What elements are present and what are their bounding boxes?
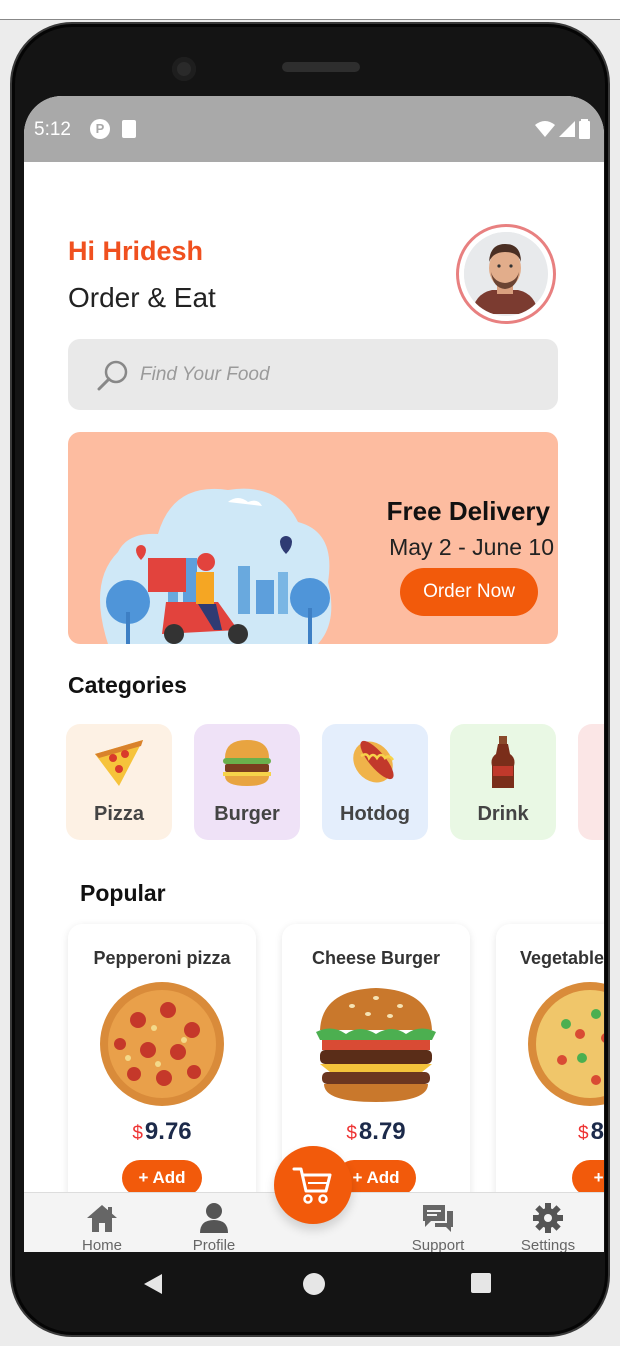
- camera-lens: [172, 57, 196, 81]
- card-price: $8.79: [282, 1118, 470, 1146]
- system-navigation-bar: [24, 1252, 604, 1318]
- home-icon: [87, 1205, 117, 1232]
- support-icon: [423, 1205, 453, 1232]
- burger-image: [316, 988, 436, 1102]
- category-pizza[interactable]: Pizza: [66, 724, 172, 840]
- promo-banner: Free Delivery May 2 - June 10 Order Now: [68, 432, 558, 644]
- delivery-scooter-illustration: [100, 488, 332, 644]
- card-name: Pepperoni pizza: [93, 948, 231, 968]
- drink-icon: [491, 736, 515, 788]
- phone-frame: 5:12 P Hi Hridesh Order & Eat Find Your …: [10, 22, 610, 1337]
- price-value: 8.5: [590, 1118, 604, 1145]
- currency-symbol: $: [132, 1123, 143, 1144]
- back-icon[interactable]: [142, 1272, 164, 1296]
- avatar-photo: [464, 232, 546, 314]
- nav-label: Support: [411, 1237, 465, 1252]
- status-indicators: [535, 119, 590, 139]
- nav-label: Profile: [192, 1237, 236, 1252]
- burger-icon: [223, 740, 271, 786]
- notification-icon: P: [90, 119, 110, 139]
- banner-dates: May 2 - June 10: [389, 534, 554, 560]
- popular-card-pepperoni-pizza[interactable]: Pepperoni pizza $9.76 + Add: [68, 924, 256, 1214]
- category-more[interactable]: [578, 724, 604, 840]
- avatar[interactable]: [456, 224, 556, 324]
- battery-icon: [579, 119, 590, 139]
- category-hotdog[interactable]: Hotdog: [322, 724, 428, 840]
- home-button-icon[interactable]: [302, 1272, 326, 1296]
- status-bar: 5:12 P: [24, 96, 604, 162]
- pizza-icon: [95, 740, 143, 786]
- profile-icon: [200, 1203, 228, 1233]
- category-label: Burger: [214, 803, 280, 825]
- category-drink[interactable]: Drink: [450, 724, 556, 840]
- category-label: Pizza: [93, 803, 145, 825]
- cart-button[interactable]: [274, 1146, 352, 1224]
- price-value: 9.76: [144, 1118, 192, 1145]
- wifi-icon: [535, 121, 555, 137]
- status-time: 5:12: [34, 119, 71, 140]
- currency-symbol: $: [346, 1123, 357, 1144]
- price-value: 8.79: [358, 1118, 406, 1145]
- category-burger[interactable]: Burger: [194, 724, 300, 840]
- settings-icon: [533, 1203, 563, 1233]
- nav-item-settings[interactable]: Settings: [508, 1203, 588, 1252]
- banner-title: Free Delivery: [386, 496, 550, 526]
- app-screen: 5:12 P Hi Hridesh Order & Eat Find Your …: [24, 96, 604, 1252]
- categories-title: Categories: [68, 672, 187, 698]
- greeting-text: Hi Hridesh: [68, 236, 204, 266]
- nav-label: Home: [81, 1237, 122, 1252]
- vegetable-pizza-image: [528, 982, 604, 1106]
- card-name: Cheese Burger: [311, 948, 441, 968]
- nav-item-profile[interactable]: Profile: [174, 1203, 254, 1252]
- nav-item-home[interactable]: Home: [62, 1203, 142, 1252]
- search-input[interactable]: [140, 339, 520, 410]
- sd-card-icon: [122, 120, 136, 138]
- category-label: Drink: [477, 803, 529, 825]
- search-icon: [97, 360, 128, 391]
- nav-item-support[interactable]: Support: [398, 1203, 478, 1252]
- recents-icon[interactable]: [470, 1272, 492, 1294]
- window-top-strip: [0, 0, 620, 20]
- card-price: $8.5: [578, 1118, 604, 1146]
- category-label: Hotdog: [340, 803, 410, 825]
- add-button[interactable]: + Add: [122, 1160, 202, 1196]
- signal-icon: [559, 121, 575, 137]
- popular-card-vegetable[interactable]: Vegetable $8.5 + Ad: [496, 924, 604, 1214]
- page-subtitle: Order & Eat: [68, 282, 216, 313]
- pizza-image: [100, 982, 224, 1106]
- order-now-button[interactable]: Order Now: [400, 568, 538, 616]
- card-price: $9.76: [68, 1118, 256, 1146]
- nav-label: Settings: [520, 1237, 576, 1252]
- add-button[interactable]: + Ad: [572, 1160, 604, 1196]
- popular-title: Popular: [80, 880, 166, 906]
- currency-symbol: $: [578, 1123, 589, 1144]
- cart-icon: [292, 1167, 332, 1204]
- hotdog-icon: [353, 740, 395, 783]
- card-name: Vegetable: [520, 948, 604, 968]
- search-bar[interactable]: [68, 339, 558, 410]
- earpiece-speaker: [282, 62, 360, 72]
